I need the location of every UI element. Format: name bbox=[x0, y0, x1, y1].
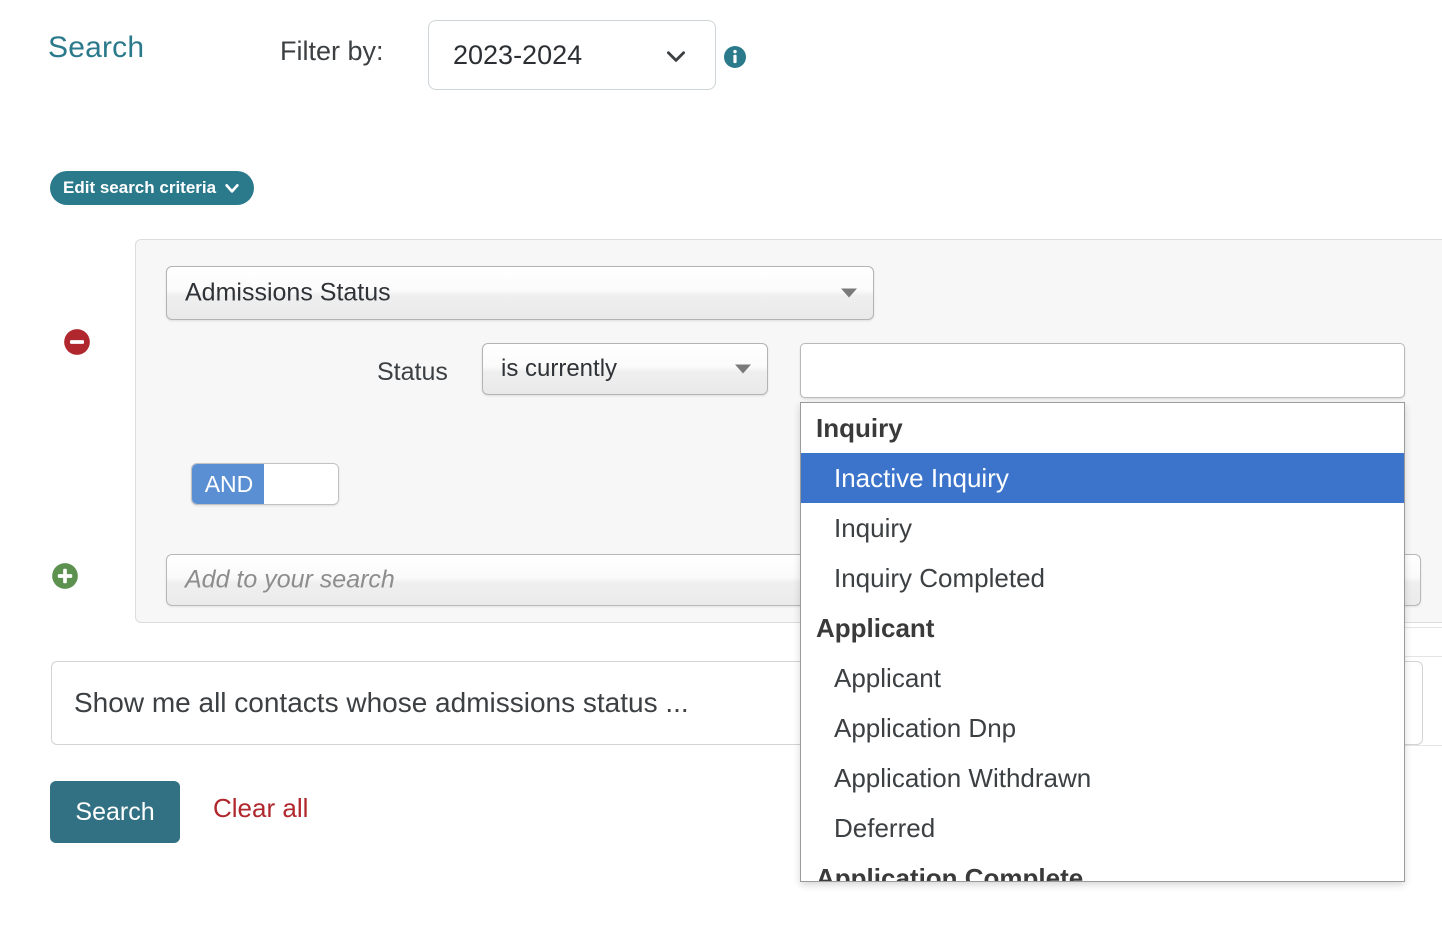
dropdown-option[interactable]: Application Withdrawn bbox=[801, 753, 1404, 803]
info-circle-icon[interactable] bbox=[723, 45, 747, 69]
background-divider bbox=[1404, 627, 1442, 628]
page-title: Search bbox=[48, 31, 144, 65]
edit-search-criteria-label: Edit search criteria bbox=[63, 178, 216, 198]
dropdown-option[interactable]: Inquiry bbox=[801, 503, 1404, 553]
criteria-value-dropdown[interactable]: InquiryInactive InquiryInquiryInquiry Co… bbox=[800, 402, 1405, 882]
dropdown-option[interactable]: Inquiry Completed bbox=[801, 553, 1404, 603]
dropdown-option[interactable]: Inactive Inquiry bbox=[801, 453, 1404, 503]
search-summary-text: Show me all contacts whose admissions st… bbox=[74, 687, 689, 719]
criteria-field-select[interactable]: Admissions Status bbox=[166, 266, 874, 320]
triangle-down-icon bbox=[841, 289, 857, 298]
filter-year-value: 2023-2024 bbox=[453, 40, 582, 71]
criteria-value-input[interactable] bbox=[800, 343, 1405, 398]
filter-year-select[interactable]: 2023-2024 bbox=[428, 20, 716, 90]
and-or-toggle[interactable]: AND bbox=[191, 463, 339, 505]
filter-by-label: Filter by: bbox=[280, 36, 384, 67]
criteria-operator-select[interactable]: is currently bbox=[482, 343, 768, 395]
chevron-down-icon bbox=[224, 180, 240, 196]
criteria-operator-value: is currently bbox=[501, 355, 617, 383]
search-page: Search Filter by: 2023-2024 Edit search … bbox=[0, 0, 1442, 944]
edit-search-criteria-button[interactable]: Edit search criteria bbox=[50, 171, 254, 205]
triangle-down-icon bbox=[735, 365, 751, 374]
background-divider bbox=[1404, 656, 1442, 657]
clear-all-link[interactable]: Clear all bbox=[213, 793, 308, 824]
and-or-toggle-active-label: AND bbox=[192, 464, 266, 504]
dropdown-group-header: Application Complete bbox=[801, 853, 1404, 882]
minus-circle-icon[interactable] bbox=[63, 328, 91, 356]
dropdown-group-header: Applicant bbox=[801, 603, 1404, 653]
background-divider bbox=[1404, 745, 1442, 746]
and-or-toggle-track bbox=[264, 464, 338, 504]
dropdown-option[interactable]: Deferred bbox=[801, 803, 1404, 853]
search-button[interactable]: Search bbox=[50, 781, 180, 843]
dropdown-option[interactable]: Application Dnp bbox=[801, 703, 1404, 753]
chevron-down-icon bbox=[663, 43, 689, 69]
plus-circle-icon[interactable] bbox=[51, 562, 79, 590]
dropdown-group-header: Inquiry bbox=[801, 403, 1404, 453]
status-label: Status bbox=[377, 358, 448, 387]
dropdown-option[interactable]: Applicant bbox=[801, 653, 1404, 703]
add-to-your-search-placeholder: Add to your search bbox=[185, 566, 395, 595]
criteria-field-value: Admissions Status bbox=[185, 279, 391, 308]
